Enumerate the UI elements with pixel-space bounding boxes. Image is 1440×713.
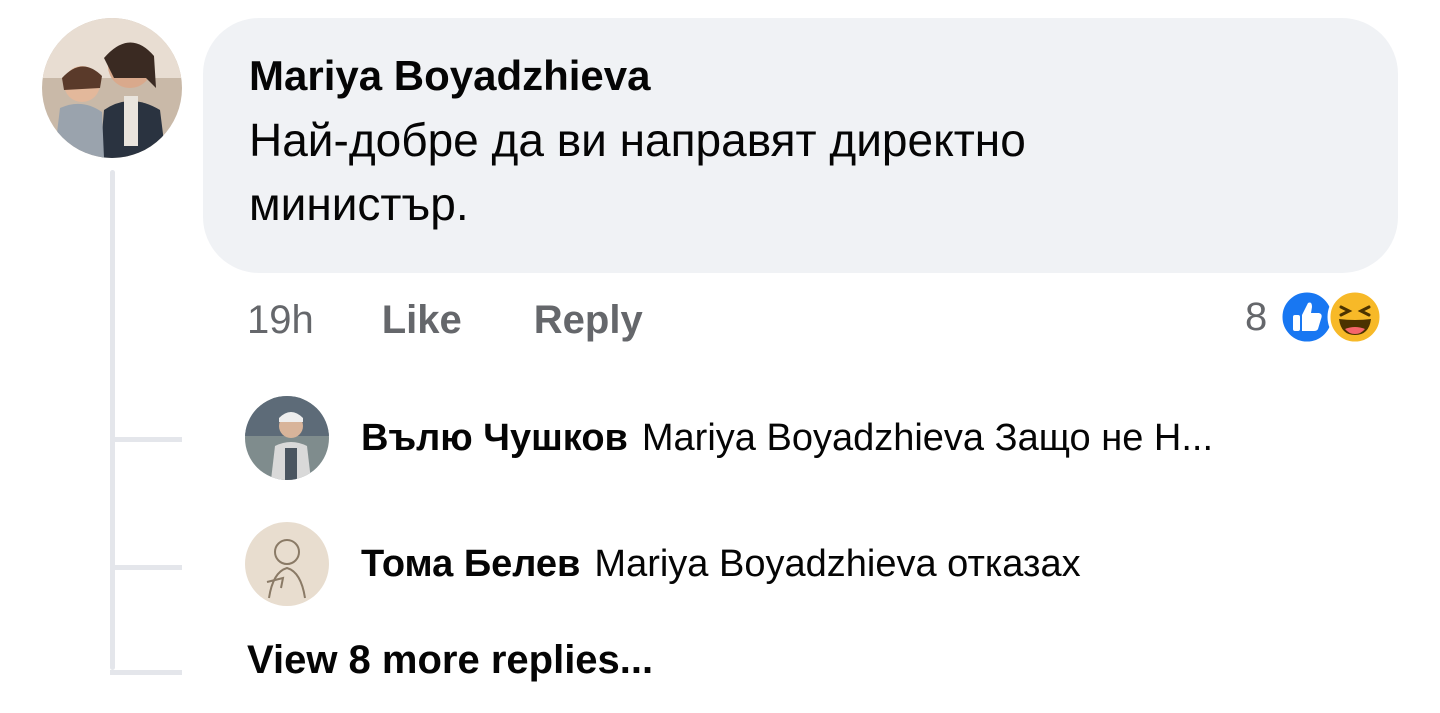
thread-branch <box>110 565 182 570</box>
reply-content: Тома Белев Mariya Boyadzhieva отказах <box>361 543 1081 586</box>
comment-bubble: Mariya Boyadzhieva Най-добре да ви напра… <box>203 18 1398 273</box>
comment-timestamp[interactable]: 19h <box>247 298 314 343</box>
reply-author[interactable]: Тома Белев <box>361 543 580 585</box>
avatar-photo <box>42 18 182 158</box>
reply-item[interactable]: Вълю Чушков Mariya Boyadzhieva Защо не Н.… <box>245 396 1213 480</box>
reply-item[interactable]: Тома Белев Mariya Boyadzhieva отказах <box>245 522 1081 606</box>
reply-text: Mariya Boyadzhieva Защо не Н... <box>641 416 1214 459</box>
like-button[interactable]: Like <box>382 298 462 343</box>
reaction-count: 8 <box>1245 294 1268 339</box>
reply-text: Mariya Boyadzhieva отказах <box>594 542 1081 585</box>
comment-author[interactable]: Mariya Boyadzhieva <box>249 50 1352 102</box>
comment-text: Най-добре да ви направят директно минист… <box>249 114 1026 230</box>
avatar-photo <box>245 396 329 480</box>
reply-avatar[interactable] <box>245 522 329 606</box>
thread-branch <box>110 437 182 442</box>
thread-line <box>110 170 115 670</box>
comment-actions: 19h Like Reply <box>247 298 715 343</box>
commenter-avatar[interactable] <box>42 18 182 158</box>
avatar-photo <box>245 522 329 606</box>
haha-icon <box>1327 289 1383 345</box>
reactions-summary[interactable]: 8 <box>1245 289 1383 345</box>
reply-author[interactable]: Вълю Чушков <box>361 417 628 459</box>
reply-button[interactable]: Reply <box>534 298 643 343</box>
reply-content: Вълю Чушков Mariya Boyadzhieva Защо не Н.… <box>361 417 1213 460</box>
reply-avatar[interactable] <box>245 396 329 480</box>
thread-branch <box>110 670 182 675</box>
view-more-replies-link[interactable]: View 8 more replies... <box>247 638 653 683</box>
